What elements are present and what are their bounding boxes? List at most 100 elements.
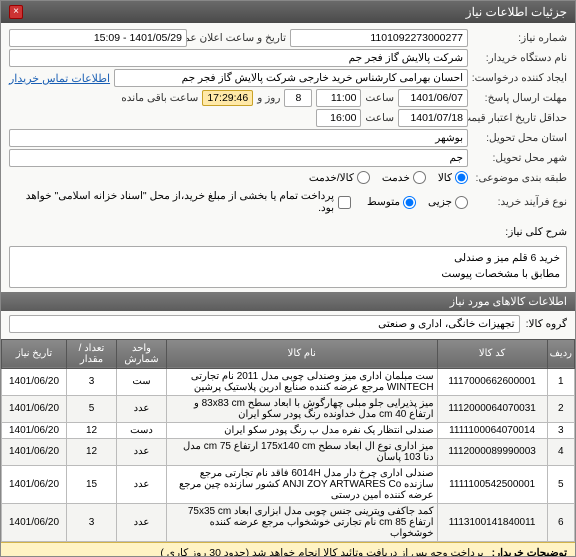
cell-unit: دست: [117, 422, 167, 438]
requester-label: ایجاد کننده درخواست:: [472, 72, 567, 84]
reply-time-field: 11:00: [316, 89, 361, 107]
radio-low[interactable]: جزیی: [428, 196, 468, 209]
payment-note: پرداخت تمام یا بخشی از مبلغ خرید،از محل …: [9, 190, 334, 214]
th-date: تاریخ نیاز: [2, 339, 67, 368]
cell-date: 1401/06/20: [2, 465, 67, 503]
cell-qty: 15: [67, 465, 117, 503]
valid-label: حداقل تاریخ اعتبار قیمت تا تاریخ:: [472, 112, 567, 124]
cell-rownum: 4: [547, 438, 574, 465]
radio-service-input[interactable]: [413, 171, 426, 184]
cell-rownum: 3: [547, 422, 574, 438]
valid-time-field: 16:00: [316, 109, 361, 127]
radio-goods[interactable]: کالا: [438, 171, 468, 184]
cell-rownum: 2: [547, 395, 574, 422]
footer-note: توضیحات خریدار: پرداخت وجه پس از دریافت …: [1, 542, 575, 557]
cell-qty: 3: [67, 368, 117, 395]
radio-both[interactable]: کالا/خدمت: [309, 171, 370, 184]
titlebar: جزئیات اطلاعات نیاز ×: [1, 1, 575, 23]
radio-mid-input[interactable]: [403, 196, 416, 209]
cell-name: میز اداری نوع ال ابعاد سطح 175x140 cm ار…: [167, 438, 438, 465]
remaining-label: ساعت باقی مانده: [121, 92, 198, 104]
summary-line2: مطابق با مشخصات پیوست: [16, 267, 560, 283]
cell-code: 1117000662600001: [437, 368, 547, 395]
city-label: شهر محل تحویل:: [472, 152, 567, 164]
table-row[interactable]: 41112000089990003میز اداری نوع ال ابعاد …: [2, 438, 575, 465]
cell-name: صندلی انتظار یک نفره مدل ب رنگ پودر سکو …: [167, 422, 438, 438]
table-row[interactable]: 51111100542500001صندلی اداری چرخ دار مدل…: [2, 465, 575, 503]
category-radios: کالا خدمت کالا/خدمت: [9, 169, 468, 186]
time-label-2: ساعت: [365, 112, 394, 124]
footer-note-1: پرداخت وجه پس از دریافت وتائید کالا انجا…: [9, 546, 484, 557]
city-field: جم: [9, 149, 468, 167]
window-title: جزئیات اطلاعات نیاز: [466, 5, 567, 19]
province-label: استان محل تحویل:: [472, 132, 567, 144]
radio-goods-input[interactable]: [455, 171, 468, 184]
radio-both-input[interactable]: [357, 171, 370, 184]
th-qty: تعداد / مقدار: [67, 339, 117, 368]
window: جزئیات اطلاعات نیاز × شماره نیاز: 110109…: [0, 0, 576, 557]
cell-name: کمد جاکفی ویترینی جنس چوبی مدل ابزاری اب…: [167, 503, 438, 541]
cell-unit: عدد: [117, 395, 167, 422]
process-radios: جزیی متوسط: [367, 194, 468, 211]
table-row[interactable]: 61113100141840011کمد جاکفی ویترینی جنس چ…: [2, 503, 575, 541]
province-field: بوشهر: [9, 129, 468, 147]
table-row[interactable]: 31111100064070014صندلی انتظار یک نفره مد…: [2, 422, 575, 438]
buyer-org-label: نام دستگاه خریدار:: [472, 52, 567, 64]
header-form: شماره نیاز: 1101092273000277 تاریخ و ساع…: [1, 23, 575, 222]
table-header-row: ردیف کد کالا نام کالا واحد شمارش تعداد /…: [2, 339, 575, 368]
th-row: ردیف: [547, 339, 574, 368]
close-icon[interactable]: ×: [9, 5, 23, 19]
contact-link[interactable]: اطلاعات تماس خریدار: [9, 72, 110, 85]
cell-date: 1401/06/20: [2, 422, 67, 438]
group-label: گروه کالا:: [526, 318, 567, 330]
cell-unit: عدد: [117, 438, 167, 465]
th-unit: واحد شمارش: [117, 339, 167, 368]
buyer-org-field: شرکت پالایش گاز فجر جم: [9, 49, 468, 67]
cell-code: 1112000064070031: [437, 395, 547, 422]
cell-rownum: 5: [547, 465, 574, 503]
payment-check-row: پرداخت تمام یا بخشی از مبلغ خرید،از محل …: [9, 188, 351, 216]
cell-date: 1401/06/20: [2, 395, 67, 422]
need-no-field: 1101092273000277: [290, 29, 468, 47]
group-row: گروه کالا: تجهیزات خانگی، اداری و صنعتی: [1, 311, 575, 337]
cell-qty: 12: [67, 422, 117, 438]
table-row[interactable]: 11117000662600001ست مبلمان اداری میز وصن…: [2, 368, 575, 395]
cell-unit: عدد: [117, 503, 167, 541]
cell-rownum: 6: [547, 503, 574, 541]
valid-date-field: 1401/07/18: [398, 109, 468, 127]
need-no-label: شماره نیاز:: [472, 32, 567, 44]
category-label: طبقه بندی موضوعی:: [472, 172, 567, 184]
group-field: تجهیزات خانگی، اداری و صنعتی: [9, 315, 520, 333]
radio-low-input[interactable]: [455, 196, 468, 209]
cell-name: میز پذیرایی جلو مبلی چهارگوش با ابعاد سط…: [167, 395, 438, 422]
table-row[interactable]: 21112000064070031میز پذیرایی جلو مبلی چه…: [2, 395, 575, 422]
cell-qty: 12: [67, 438, 117, 465]
summary-box: خرید 6 قلم میز و صندلی مطابق با مشخصات پ…: [9, 246, 567, 288]
cell-code: 1112000089990003: [437, 438, 547, 465]
th-name: نام کالا: [167, 339, 438, 368]
radio-service[interactable]: خدمت: [382, 171, 426, 184]
cell-name: ست مبلمان اداری میز وصندلی چوبی مدل 2011…: [167, 368, 438, 395]
cell-date: 1401/06/20: [2, 368, 67, 395]
cell-qty: 3: [67, 503, 117, 541]
payment-checkbox[interactable]: [338, 196, 351, 209]
cell-date: 1401/06/20: [2, 438, 67, 465]
days-field: 8: [284, 89, 312, 107]
cell-date: 1401/06/20: [2, 503, 67, 541]
countdown-timer: 17:29:46: [202, 90, 253, 106]
explain-label: توضیحات خریدار:: [492, 546, 567, 557]
radio-mid[interactable]: متوسط: [367, 196, 416, 209]
cell-unit: ست: [117, 368, 167, 395]
process-label: نوع فرآیند خرید:: [472, 196, 567, 208]
cell-qty: 5: [67, 395, 117, 422]
cell-name: صندلی اداری چرخ دار مدل 6014H فاقد نام ت…: [167, 465, 438, 503]
announce-field: 1401/05/29 - 15:09: [9, 29, 187, 47]
summary-label: شرح کلی نیاز:: [505, 226, 567, 238]
cell-code: 1111100064070014: [437, 422, 547, 438]
th-code: کد کالا: [437, 339, 547, 368]
content-area: شماره نیاز: 1101092273000277 تاریخ و ساع…: [1, 23, 575, 556]
items-section-title: اطلاعات کالاهای مورد نیاز: [1, 292, 575, 311]
cell-unit: عدد: [117, 465, 167, 503]
time-label-1: ساعت: [365, 92, 394, 104]
summary-row: شرح کلی نیاز:: [1, 222, 575, 242]
